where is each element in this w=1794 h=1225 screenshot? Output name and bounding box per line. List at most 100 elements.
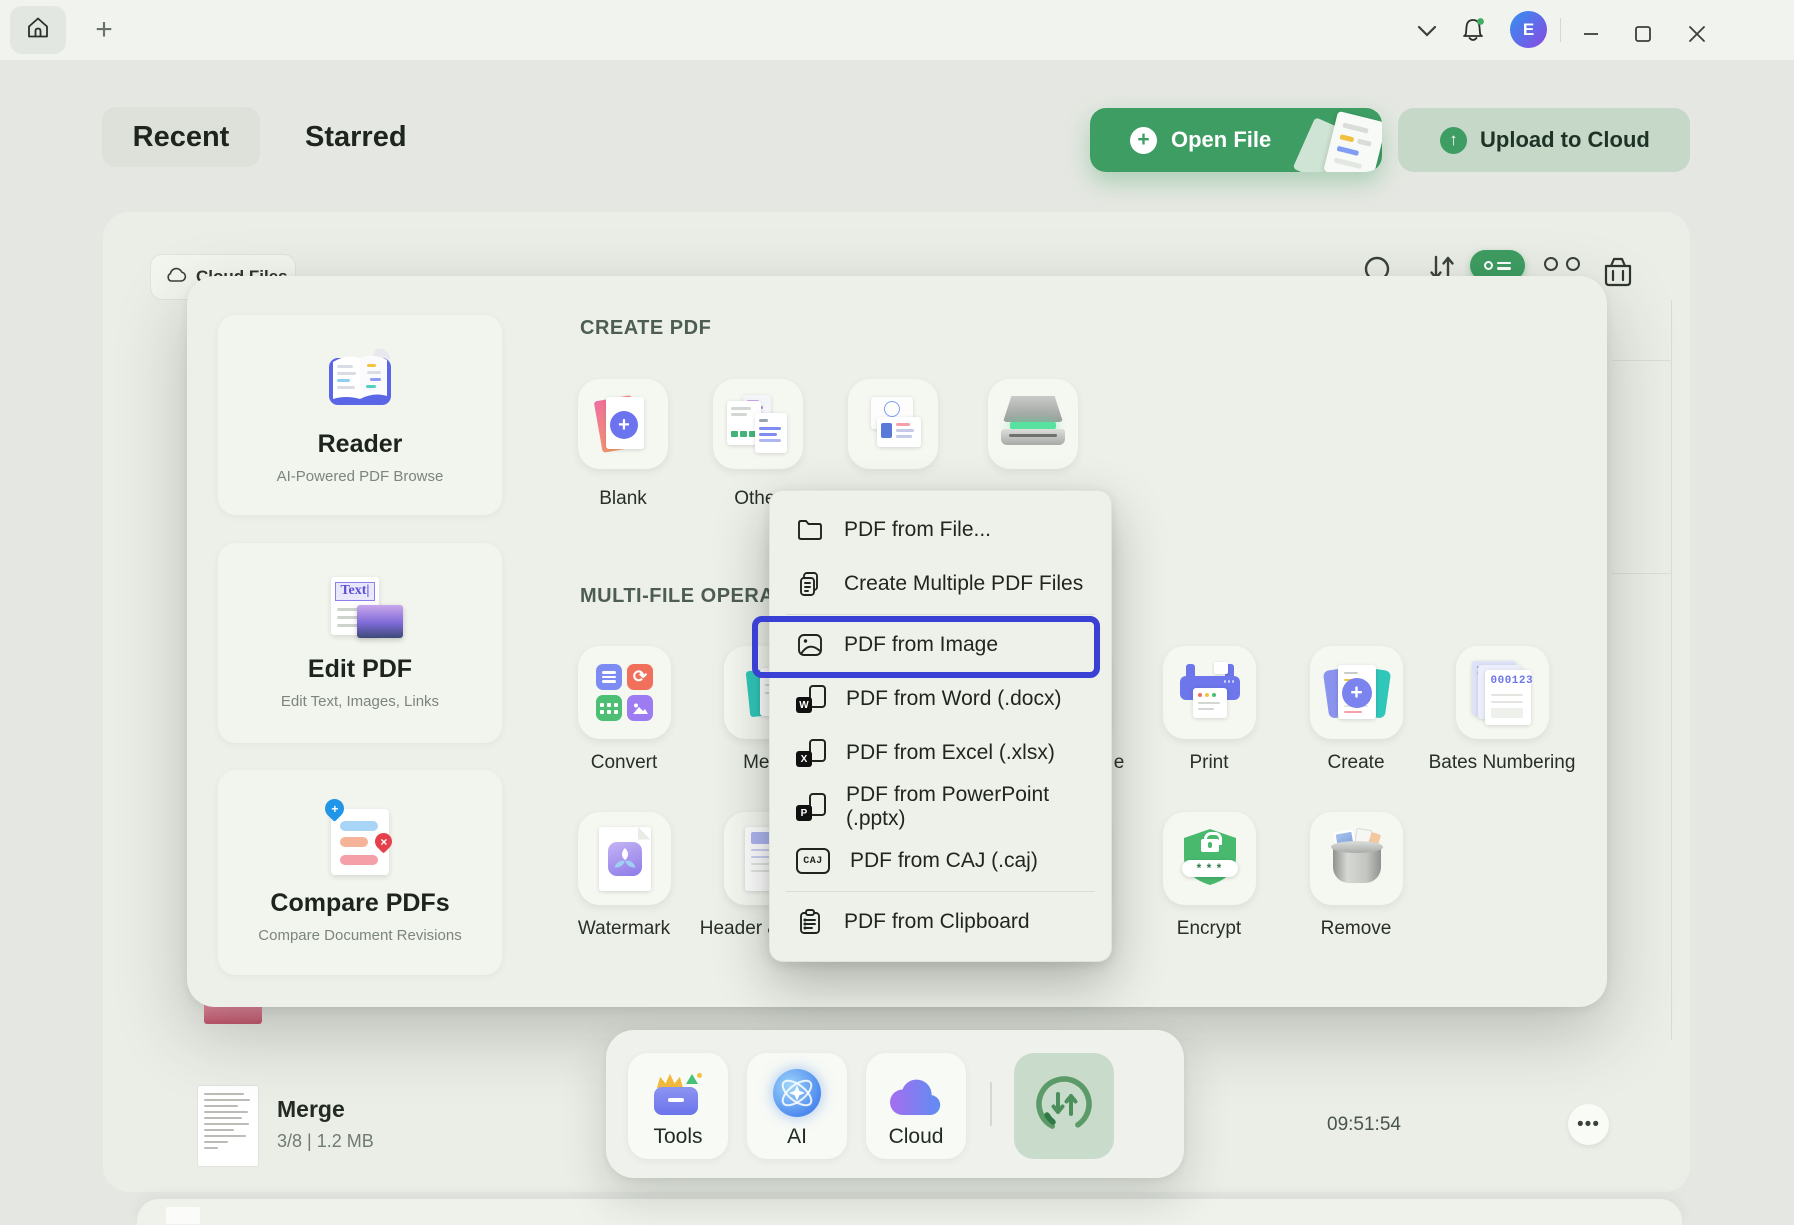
dock-cloud-button[interactable]: Cloud [866, 1053, 966, 1159]
merge-row-title[interactable]: Merge [277, 1096, 345, 1123]
excel-icon: X [796, 739, 826, 767]
maximize-button[interactable] [1628, 19, 1658, 49]
menu-item-label: Create Multiple PDF Files [844, 572, 1083, 596]
print-tile[interactable] [1163, 646, 1256, 739]
more-icon: ••• [1577, 1114, 1600, 1136]
create-blank-tile[interactable]: + [578, 379, 668, 469]
create-other-tile[interactable] [713, 379, 803, 469]
reader-card[interactable]: Reader AI-Powered PDF Browse [218, 315, 502, 515]
merge-file-thumbnail[interactable] [197, 1085, 259, 1167]
dock-ai-button[interactable]: AI [747, 1053, 847, 1159]
more-button[interactable]: ••• [1568, 1104, 1609, 1145]
notification-bell-icon[interactable] [1458, 16, 1488, 46]
menu-item-label: PDF from CAJ (.caj) [850, 849, 1038, 873]
create-id-tile[interactable] [848, 379, 938, 469]
upload-arrow-icon: ↑ [1440, 127, 1467, 154]
watermark-label: Watermark [578, 918, 670, 940]
bottom-dock: Tools AI Cloud [606, 1030, 1184, 1178]
row-divider [1612, 360, 1670, 361]
panel-edge-line [1671, 300, 1672, 1040]
folder-icon [796, 516, 824, 544]
menu-item-label: PDF from Excel (.xlsx) [846, 741, 1055, 765]
compare-pdfs-icon: + × [323, 801, 397, 877]
dock-divider [990, 1082, 992, 1126]
home-tab[interactable] [10, 6, 66, 54]
create-tile[interactable]: + [1310, 646, 1403, 739]
compare-pdfs-title: Compare PDFs [270, 889, 449, 918]
chevron-down-icon[interactable] [1412, 16, 1442, 46]
dock-ai-label: AI [787, 1125, 807, 1149]
convert-icon: ⟳ [596, 664, 653, 721]
tools-icon [654, 1073, 702, 1117]
new-tab-button[interactable]: + [84, 10, 124, 50]
create-label: Create [1327, 752, 1384, 774]
row-divider [1612, 573, 1670, 574]
avatar[interactable]: E [1510, 11, 1547, 48]
menu-separator [786, 891, 1095, 892]
open-file-label: Open File [1171, 127, 1271, 153]
menu-item-pdf-from-file[interactable]: PDF from File... [770, 503, 1111, 557]
group-view-icon[interactable] [1544, 257, 1580, 271]
image-icon [796, 631, 824, 659]
menu-item-pdf-from-caj[interactable]: CAJ PDF from CAJ (.caj) [770, 834, 1111, 888]
encrypt-tile[interactable]: * * * [1163, 812, 1256, 905]
upload-label: Upload to Cloud [1480, 127, 1650, 153]
merge-row-time: 09:51:54 [1327, 1114, 1401, 1136]
reader-title: Reader [318, 430, 403, 459]
next-panel-strip [137, 1199, 1682, 1225]
tab-starred[interactable]: Starred [305, 107, 407, 167]
convert-tile[interactable]: ⟳ [578, 646, 671, 739]
watermark-icon [598, 827, 652, 891]
id-card-icon [863, 397, 923, 451]
create-pdf-context-menu: PDF from File... Create Multiple PDF Fil… [769, 490, 1112, 962]
menu-item-create-multiple[interactable]: Create Multiple PDF Files [770, 557, 1111, 611]
dock-cloud-icon [890, 1079, 942, 1117]
upload-to-cloud-button[interactable]: ↑ Upload to Cloud [1398, 108, 1690, 172]
list-view-icon [1484, 261, 1493, 270]
tab-recent[interactable]: Recent [102, 107, 260, 167]
menu-item-pdf-from-excel[interactable]: X PDF from Excel (.xlsx) [770, 726, 1111, 780]
cloud-icon [165, 267, 187, 288]
merge-row-meta: 3/8 | 1.2 MB [277, 1131, 374, 1152]
blank-label: Blank [599, 488, 647, 510]
sync-arrows-icon [1031, 1071, 1097, 1142]
encrypt-shield-icon: * * * [1179, 827, 1241, 891]
dock-sync-button[interactable] [1014, 1053, 1114, 1159]
menu-item-label: PDF from Word (.docx) [846, 687, 1061, 711]
bates-tile[interactable]: 000123 [1456, 646, 1549, 739]
next-row-thumbnail-sliver [166, 1207, 200, 1224]
edit-pdf-card[interactable]: Text| Edit PDF Edit Text, Images, Links [218, 543, 502, 743]
menu-item-pdf-from-clipboard[interactable]: PDF from Clipboard [770, 895, 1111, 949]
list-view-lines [1497, 262, 1511, 270]
scanner-icon [1001, 396, 1065, 452]
menu-item-pdf-from-powerpoint[interactable]: P PDF from PowerPoint (.pptx) [770, 780, 1111, 834]
word-icon: W [796, 685, 826, 713]
edit-pdf-title: Edit PDF [308, 655, 412, 684]
compare-pdfs-card[interactable]: + × Compare PDFs Compare Document Revisi… [218, 770, 502, 975]
remove-trash-icon [1327, 829, 1387, 889]
dock-tools-button[interactable]: Tools [628, 1053, 728, 1159]
dock-tools-label: Tools [653, 1125, 702, 1149]
open-file-button[interactable]: + Open File [1090, 108, 1382, 172]
titlebar: + E [0, 0, 1794, 60]
menu-item-pdf-from-word[interactable]: W PDF from Word (.docx) [770, 672, 1111, 726]
create-icon: + [1325, 663, 1389, 723]
compare-pdfs-subtitle: Compare Document Revisions [258, 927, 461, 944]
tab-starred-label: Starred [305, 121, 407, 154]
remove-tile[interactable] [1310, 812, 1403, 905]
encrypt-label: Encrypt [1177, 918, 1241, 940]
watermark-tile[interactable] [578, 812, 671, 905]
hidden-label-fragment: e [1114, 752, 1125, 774]
close-button[interactable] [1682, 19, 1712, 49]
menu-item-pdf-from-image[interactable]: PDF from Image [770, 618, 1111, 672]
menu-item-label: PDF from File... [844, 518, 991, 542]
edit-pdf-icon: Text| [317, 577, 403, 643]
reader-book-icon [322, 345, 398, 418]
create-scanner-tile[interactable] [988, 379, 1078, 469]
minimize-button[interactable] [1576, 19, 1606, 49]
dock-cloud-label: Cloud [889, 1125, 944, 1149]
create-pdf-heading: CREATE PDF [580, 317, 711, 340]
convert-label: Convert [591, 752, 658, 774]
reader-subtitle: AI-Powered PDF Browse [277, 468, 444, 485]
blank-icon: + [594, 395, 652, 453]
